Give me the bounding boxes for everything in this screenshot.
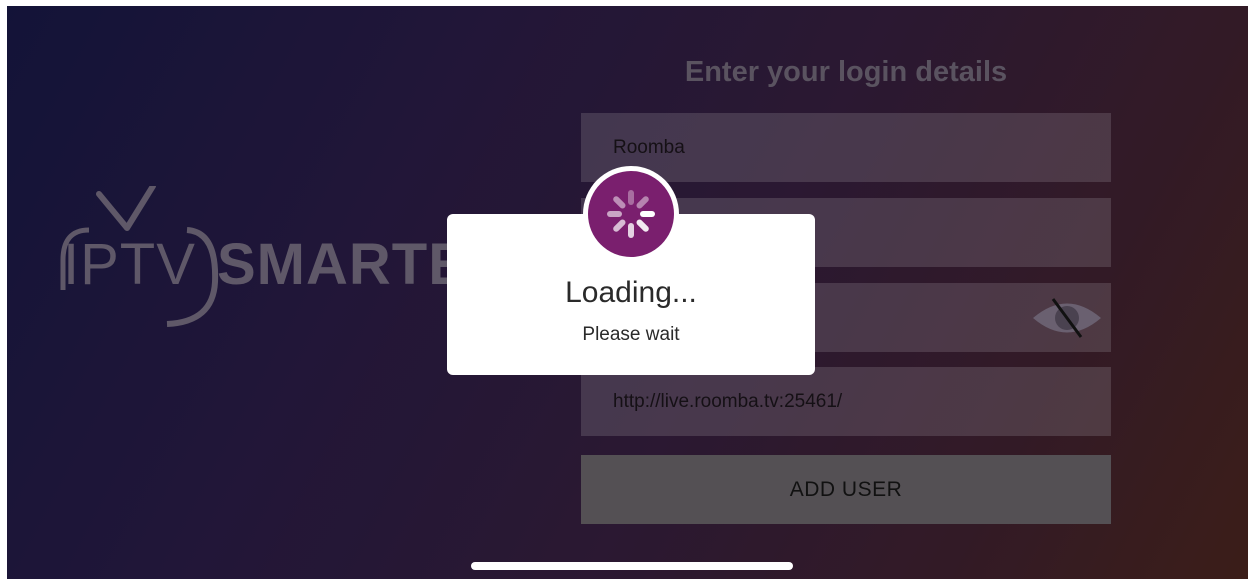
login-heading: Enter your login details — [684, 56, 1008, 88]
url-field[interactable]: http://live.roomba.tv:25461/ — [581, 367, 1111, 436]
activity-spinner-icon — [607, 190, 655, 238]
username-value: Roomba — [613, 136, 685, 158]
eye-slash-icon[interactable] — [1031, 295, 1103, 341]
loading-spinner — [588, 171, 674, 257]
add-user-button[interactable]: ADD USER — [581, 455, 1111, 524]
iptv-smarters-logo: IPTV SMARTE — [57, 186, 477, 336]
logo-text-iptv: IPTV — [63, 232, 196, 297]
app-screen: IPTV SMARTE Enter your login details Roo… — [7, 6, 1248, 579]
loading-subtitle: Please wait — [582, 324, 680, 345]
url-value: http://live.roomba.tv:25461/ — [613, 390, 843, 412]
loading-title: Loading... — [565, 276, 697, 309]
home-indicator[interactable] — [471, 562, 793, 570]
logo-text-smarters: SMARTE — [217, 232, 468, 297]
